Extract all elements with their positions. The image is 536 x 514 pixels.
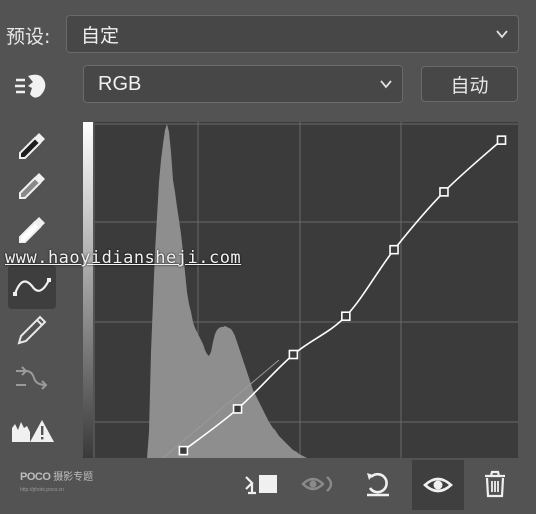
curve-control-point[interactable]	[178, 445, 189, 456]
pencil-draw-icon[interactable]	[8, 308, 56, 352]
chevron-down-icon	[380, 80, 392, 89]
curve-edit-points-icon[interactable]	[8, 265, 56, 309]
clipping-warning-icon[interactable]	[8, 408, 56, 452]
poco-logo: POCO 摄影专题 http://photo.poco.cn	[20, 472, 93, 495]
visibility-eye-icon[interactable]	[412, 460, 464, 510]
reset-icon[interactable]	[357, 462, 399, 506]
curve-control-point[interactable]	[288, 349, 299, 360]
channel-select[interactable]: RGB	[83, 65, 403, 103]
view-previous-state-icon	[298, 462, 340, 506]
logo-main: POCO	[20, 471, 51, 483]
gray-point-eyedropper-icon[interactable]	[8, 164, 56, 208]
smooth-curve-icon	[8, 356, 56, 400]
chevron-down-icon	[496, 30, 508, 39]
auto-button[interactable]: 自动	[421, 66, 518, 102]
clip-to-layer-icon[interactable]	[240, 462, 282, 506]
watermark-text: www.haoyidiansheji.com	[5, 248, 242, 268]
trash-icon[interactable]	[474, 462, 516, 506]
on-image-adjust-icon[interactable]	[12, 68, 52, 104]
white-point-eyedropper-icon[interactable]	[8, 208, 56, 252]
logo-url: http://photo.poco.cn	[20, 487, 64, 493]
curve-control-point[interactable]	[389, 244, 399, 255]
preset-value: 自定	[81, 24, 120, 47]
curve-control-point[interactable]	[232, 404, 243, 414]
curve-control-point[interactable]	[496, 135, 507, 145]
output-gradient-bar	[83, 122, 93, 458]
black-point-eyedropper-icon[interactable]	[8, 124, 56, 168]
curve-control-point[interactable]	[341, 311, 351, 322]
curves-graph[interactable]	[83, 122, 518, 458]
preset-label: 预设:	[6, 26, 51, 48]
preset-select[interactable]: 自定	[66, 15, 519, 53]
logo-sub: 摄影专题	[53, 472, 94, 483]
channel-value: RGB	[98, 72, 142, 95]
curve-control-point[interactable]	[439, 187, 449, 197]
